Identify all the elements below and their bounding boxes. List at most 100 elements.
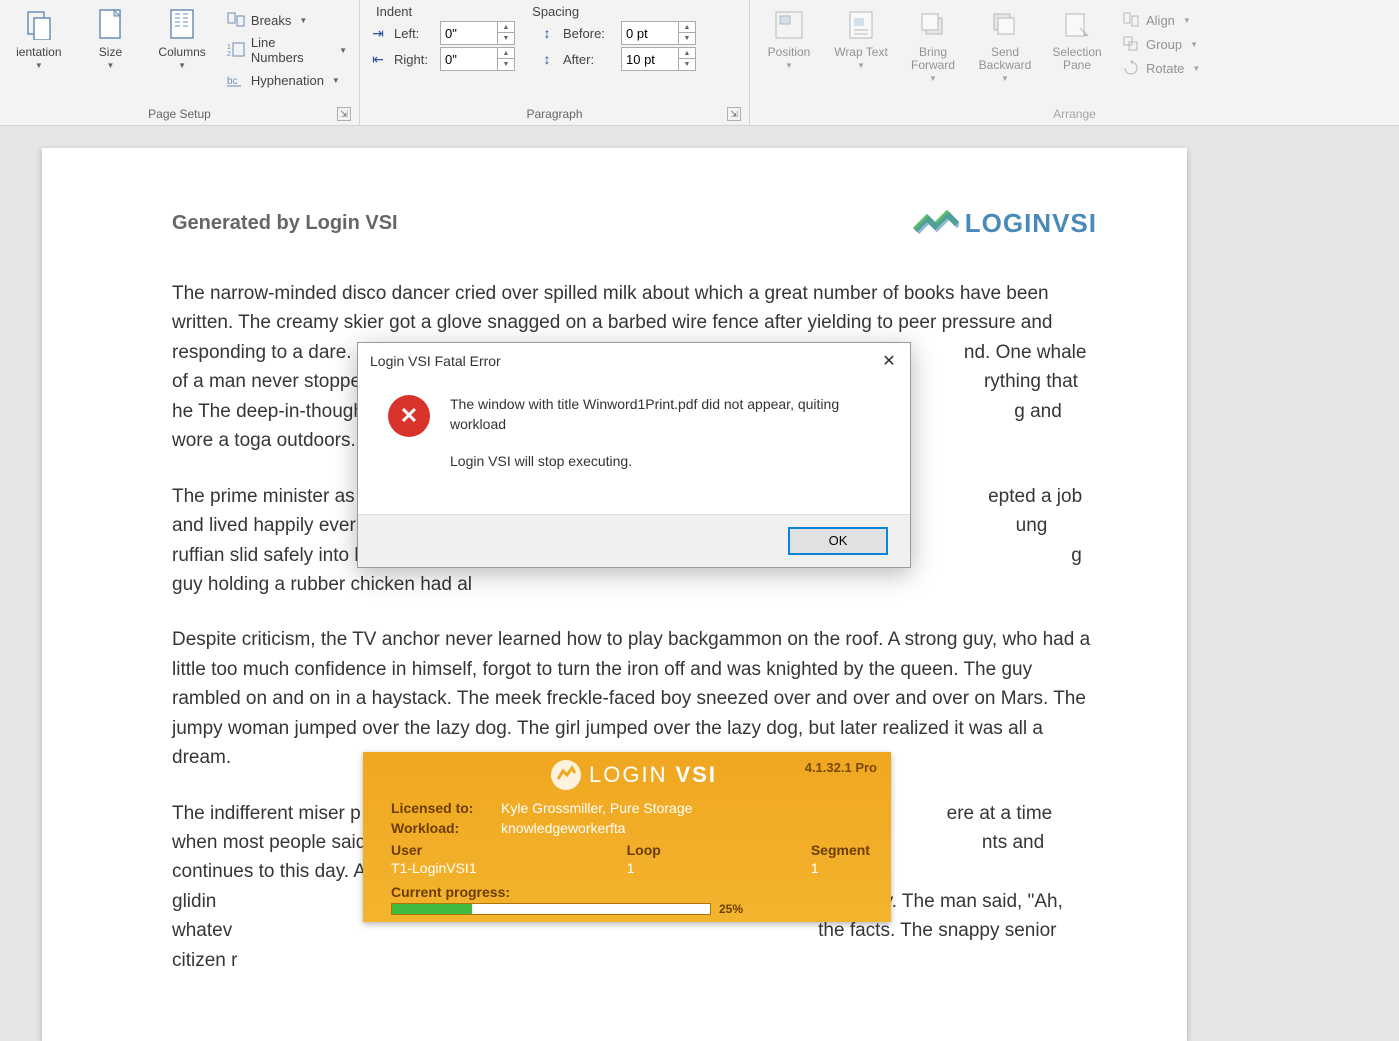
- dropdown-icon: ▼: [1190, 40, 1198, 49]
- dialog-message-2: Login VSI will stop executing.: [450, 452, 886, 472]
- ok-button[interactable]: OK: [788, 527, 888, 555]
- dropdown-icon: ▼: [35, 61, 43, 70]
- loginvsi-brand-icon: [551, 760, 581, 790]
- user-value: T1-LoginVSI1: [391, 860, 477, 876]
- spin-up-icon[interactable]: ▲: [679, 48, 695, 59]
- dropdown-icon: ▼: [1183, 16, 1191, 25]
- group-label-arrange: Arrange: [1053, 107, 1096, 121]
- dropdown-icon: ▼: [178, 61, 186, 70]
- bring-forward-button[interactable]: Bring Forward ▼: [902, 4, 964, 83]
- loop-value: 1: [627, 860, 661, 876]
- svg-text:bc: bc: [227, 76, 238, 87]
- user-key: User: [391, 842, 477, 858]
- send-backward-label: Send Backward: [974, 46, 1036, 72]
- dropdown-icon: ▼: [339, 46, 347, 55]
- workload-value: knowledgeworkerfta: [501, 820, 877, 836]
- columns-label: Columns: [158, 46, 205, 59]
- loginvsi-status-panel: 4.1.32.1 Pro LOGIN VSI Licensed to: Kyle…: [363, 752, 891, 922]
- spin-down-icon[interactable]: ▼: [498, 33, 514, 44]
- line-numbers-icon: 12: [227, 41, 245, 59]
- wrap-text-icon: [844, 8, 878, 42]
- indent-right-label: Right:: [394, 52, 434, 67]
- spacing-after-label: After:: [563, 52, 615, 67]
- group-label-page-setup: Page Setup: [148, 107, 211, 121]
- version-label: 4.1.32.1 Pro: [805, 760, 877, 775]
- progress-bar: [391, 903, 711, 915]
- size-icon: [93, 8, 127, 42]
- indent-left-label: Left:: [394, 26, 434, 41]
- close-icon: ✕: [882, 351, 895, 371]
- licensed-to-value: Kyle Grossmiller, Pure Storage: [501, 800, 877, 816]
- spin-down-icon[interactable]: ▼: [679, 59, 695, 70]
- rotate-icon: [1122, 59, 1140, 77]
- dialog-launcher-icon[interactable]: ⇲: [727, 107, 741, 121]
- columns-button[interactable]: Columns ▼: [151, 4, 213, 70]
- orientation-icon: [22, 8, 56, 42]
- selection-pane-button[interactable]: Selection Pane: [1046, 4, 1108, 72]
- licensed-to-key: Licensed to:: [391, 800, 501, 816]
- rotate-button[interactable]: Rotate▼: [1118, 58, 1204, 78]
- segment-value: 1: [811, 860, 870, 876]
- indent-left-input[interactable]: ▲▼: [440, 21, 515, 45]
- ribbon: ientation ▼ Size ▼ Columns ▼: [0, 0, 1399, 126]
- group-label-paragraph: Paragraph: [526, 107, 582, 121]
- dropdown-icon: ▼: [1001, 74, 1009, 83]
- group-button[interactable]: Group ▼: [1118, 34, 1204, 54]
- progress-percent: 25%: [719, 902, 743, 916]
- align-icon: [1122, 11, 1140, 29]
- selection-pane-icon: [1060, 8, 1094, 42]
- brand-thin: LOGIN: [589, 762, 667, 788]
- spacing-after-value[interactable]: [622, 52, 678, 67]
- dialog-titlebar[interactable]: Login VSI Fatal Error ✕: [358, 343, 910, 379]
- spin-down-icon[interactable]: ▼: [498, 59, 514, 70]
- hyphenation-icon: bc: [227, 71, 245, 89]
- position-button[interactable]: Position▼: [758, 4, 820, 70]
- indent-header: Indent: [376, 4, 412, 19]
- progress-fill: [392, 904, 472, 914]
- indent-right-value[interactable]: [441, 52, 497, 67]
- dropdown-icon: ▼: [299, 16, 307, 25]
- dialog-launcher-icon[interactable]: ⇲: [337, 107, 351, 121]
- align-label: Align: [1146, 13, 1175, 28]
- align-button[interactable]: Align ▼: [1118, 10, 1204, 30]
- loginvsi-logo-icon: [913, 210, 959, 238]
- line-numbers-label: Line Numbers: [251, 35, 331, 65]
- svg-text:2: 2: [227, 51, 231, 58]
- dropdown-icon: ▼: [785, 61, 793, 70]
- breaks-icon: [227, 11, 245, 29]
- breaks-button[interactable]: Breaks▼: [223, 10, 351, 30]
- group-label-btn: Group: [1146, 37, 1182, 52]
- spacing-before-value[interactable]: [622, 26, 678, 41]
- generated-by-text: Generated by Login VSI: [172, 212, 398, 235]
- indent-right-input[interactable]: ▲▼: [440, 47, 515, 71]
- dropdown-icon: ▼: [929, 74, 937, 83]
- spin-up-icon[interactable]: ▲: [498, 48, 514, 59]
- spin-down-icon[interactable]: ▼: [679, 33, 695, 44]
- send-backward-button[interactable]: Send Backward ▼: [974, 4, 1036, 83]
- orientation-button[interactable]: ientation ▼: [8, 4, 70, 70]
- current-progress-label: Current progress:: [391, 884, 877, 900]
- wrap-text-button[interactable]: Wrap Text▼: [830, 4, 892, 70]
- indent-right-icon: ⇤: [368, 51, 388, 68]
- loginvsi-logo: LOGINVSI: [913, 208, 1097, 239]
- bring-forward-label: Bring Forward: [902, 46, 964, 72]
- size-label: Size: [99, 46, 122, 59]
- segment-key: Segment: [811, 842, 870, 858]
- size-button[interactable]: Size ▼: [80, 4, 142, 70]
- dialog-message-1: The window with title Winword1Print.pdf …: [450, 395, 886, 434]
- spacing-after-input[interactable]: ▲▼: [621, 47, 696, 71]
- selection-pane-label: Selection Pane: [1046, 46, 1108, 72]
- indent-left-value[interactable]: [441, 26, 497, 41]
- wrap-text-label: Wrap Text: [834, 46, 888, 59]
- spin-up-icon[interactable]: ▲: [679, 22, 695, 33]
- spacing-before-label: Before:: [563, 26, 615, 41]
- indent-left-icon: ⇥: [368, 25, 388, 42]
- line-numbers-button[interactable]: 12 Line Numbers ▼: [223, 34, 351, 66]
- close-button[interactable]: ✕: [874, 349, 904, 373]
- spin-up-icon[interactable]: ▲: [498, 22, 514, 33]
- dropdown-icon: ▼: [1192, 64, 1200, 73]
- spacing-before-input[interactable]: ▲▼: [621, 21, 696, 45]
- hyphenation-button[interactable]: bc Hyphenation▼: [223, 70, 351, 90]
- spacing-header: Spacing: [532, 4, 579, 19]
- error-icon: ✕: [388, 395, 430, 437]
